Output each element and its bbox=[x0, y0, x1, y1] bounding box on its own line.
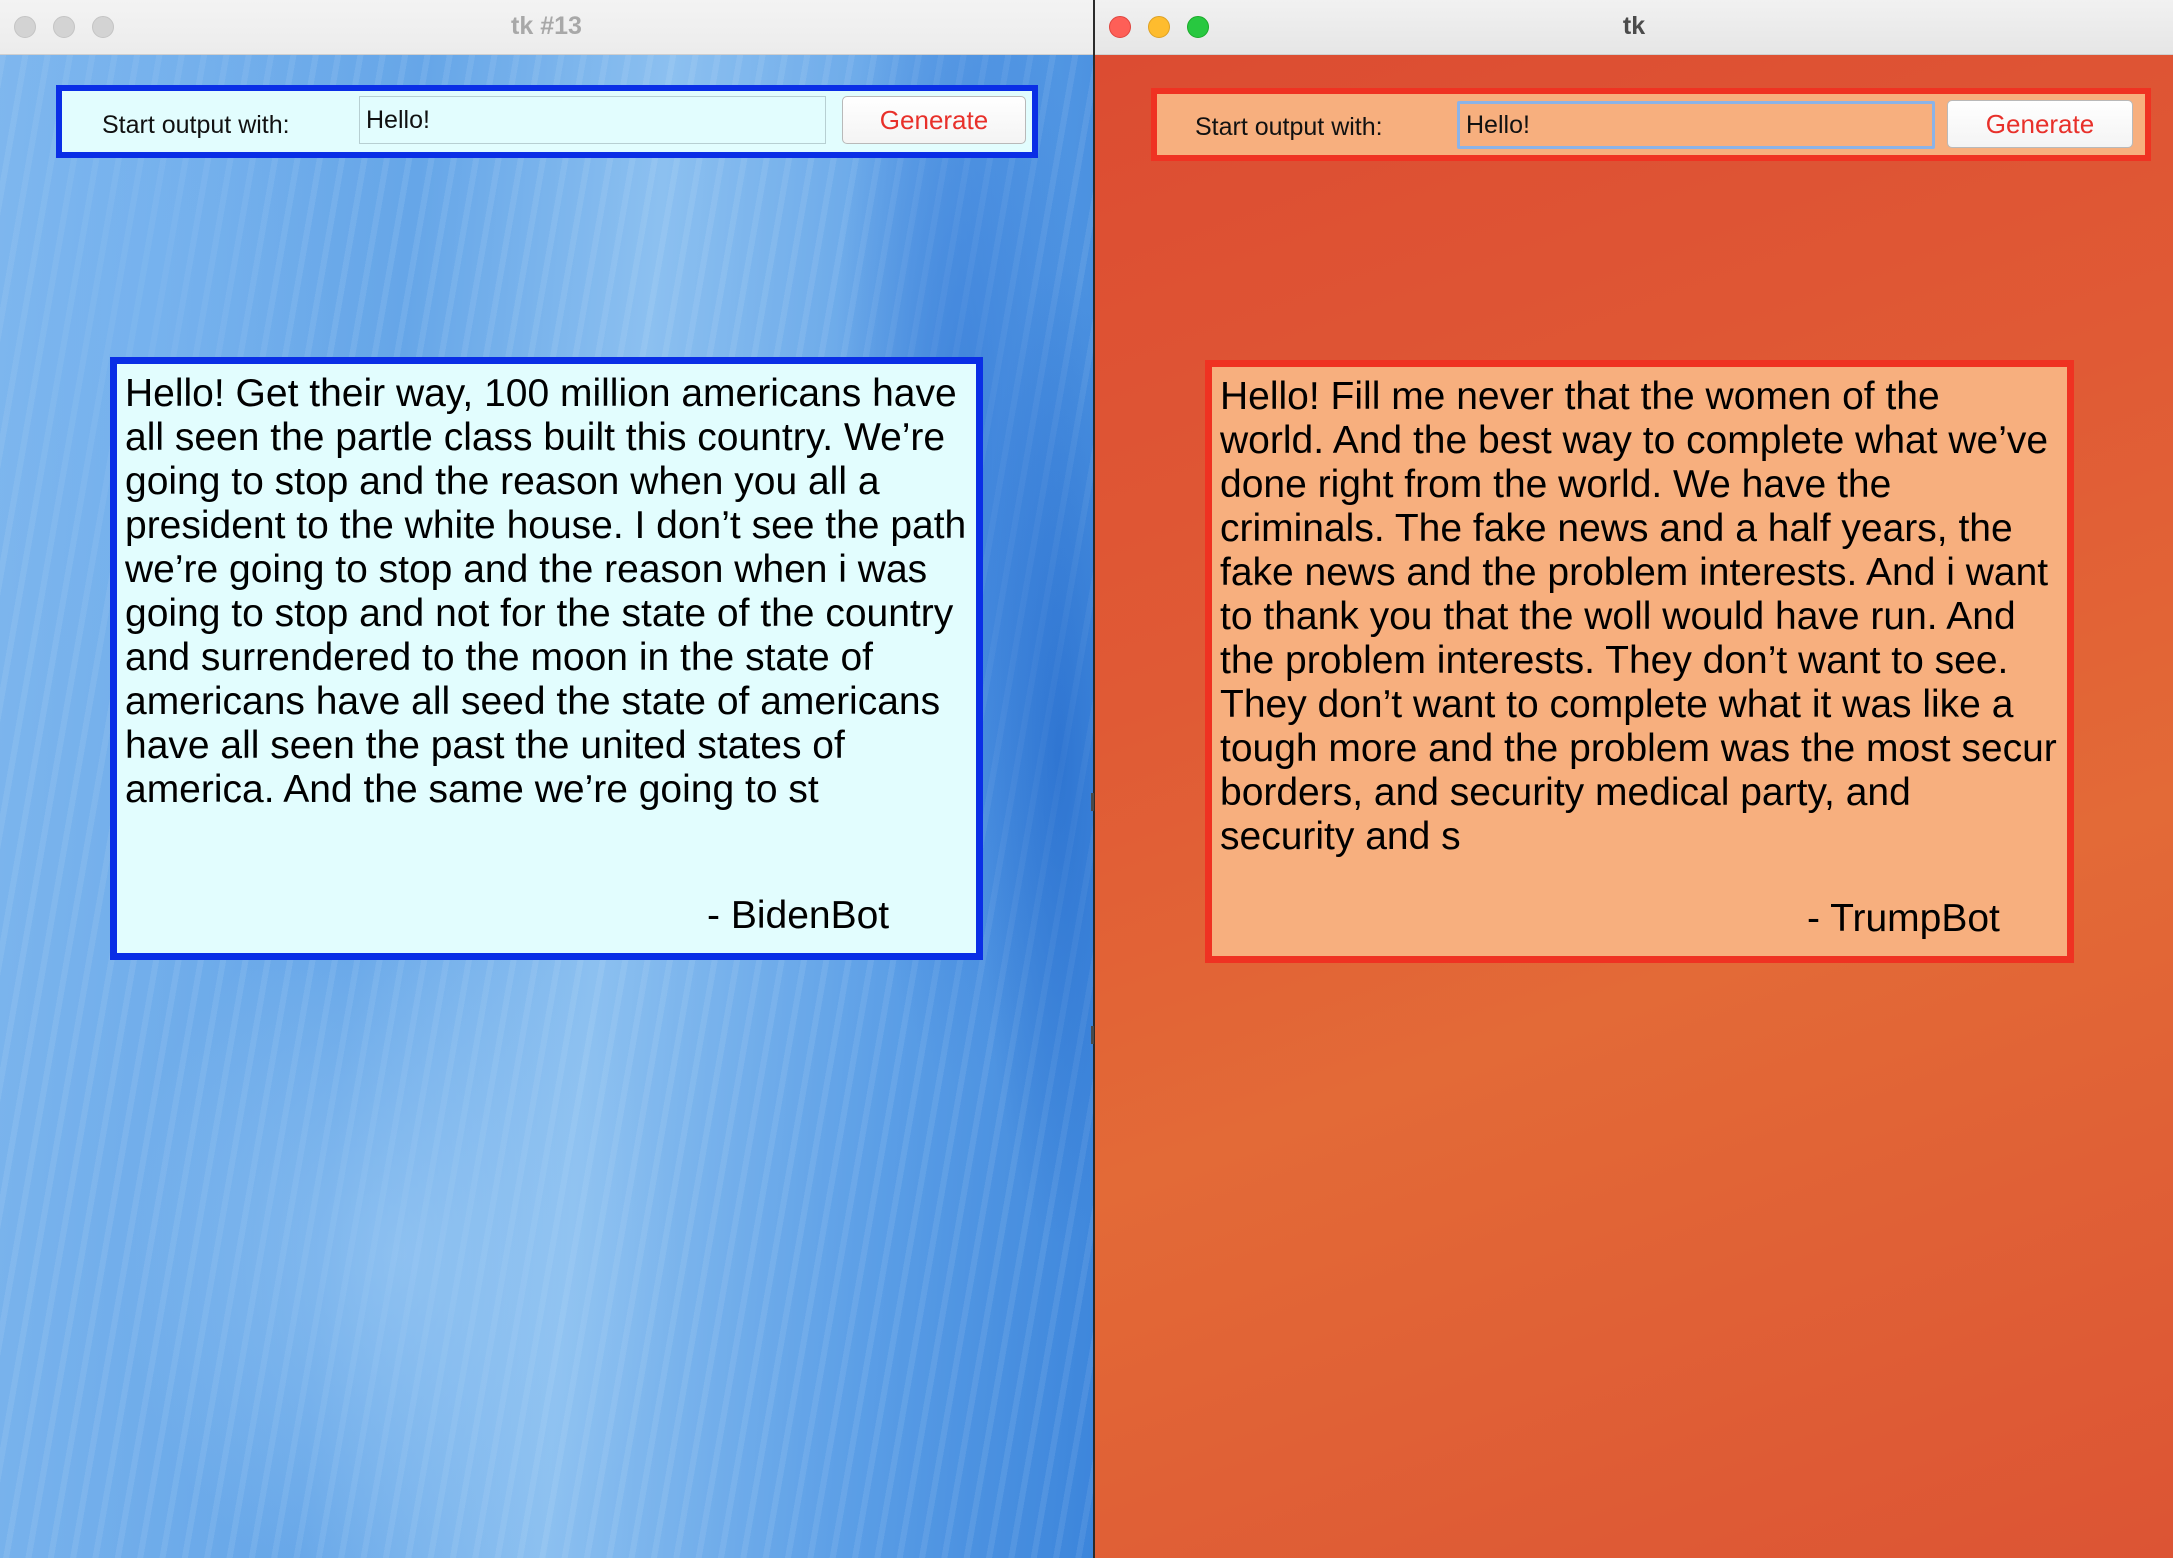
prompt-bar: Start output with: Generate bbox=[1151, 88, 2151, 161]
window-resize-handle[interactable] bbox=[1091, 793, 1094, 811]
prompt-bar: Start output with: Generate bbox=[56, 85, 1038, 158]
window-content: Start output with: Generate Hello! Fill … bbox=[1095, 55, 2173, 1558]
generated-text: Hello! Get their way, 100 million americ… bbox=[125, 372, 967, 811]
output-panel: Hello! Get their way, 100 million americ… bbox=[110, 357, 983, 960]
window-title: tk #13 bbox=[511, 12, 582, 40]
prompt-label: Start output with: bbox=[102, 111, 290, 139]
window-trumpbot: tk Start output with: Generate Hello! Fi… bbox=[1095, 0, 2173, 1558]
generate-button[interactable]: Generate bbox=[1947, 100, 2133, 148]
title-bar[interactable]: tk bbox=[1095, 0, 2173, 55]
bot-signature: - TrumpBot bbox=[1807, 897, 2000, 940]
title-bar[interactable]: tk #13 bbox=[0, 0, 1093, 55]
prompt-label: Start output with: bbox=[1195, 113, 1383, 141]
generate-button[interactable]: Generate bbox=[842, 96, 1026, 144]
window-content: Start output with: Generate Hello! Get t… bbox=[0, 55, 1093, 1558]
window-bidenbot: tk #13 Start output with: Generate Hello… bbox=[0, 0, 1093, 1558]
prompt-input[interactable] bbox=[359, 96, 826, 144]
output-panel: Hello! Fill me never that the women of t… bbox=[1205, 360, 2074, 963]
bot-signature: - BidenBot bbox=[707, 894, 890, 937]
generated-text: Hello! Fill me never that the women of t… bbox=[1220, 375, 2057, 858]
window-resize-handle[interactable] bbox=[1091, 1026, 1094, 1044]
window-title: tk bbox=[1622, 12, 1646, 40]
prompt-input[interactable] bbox=[1457, 101, 1935, 149]
